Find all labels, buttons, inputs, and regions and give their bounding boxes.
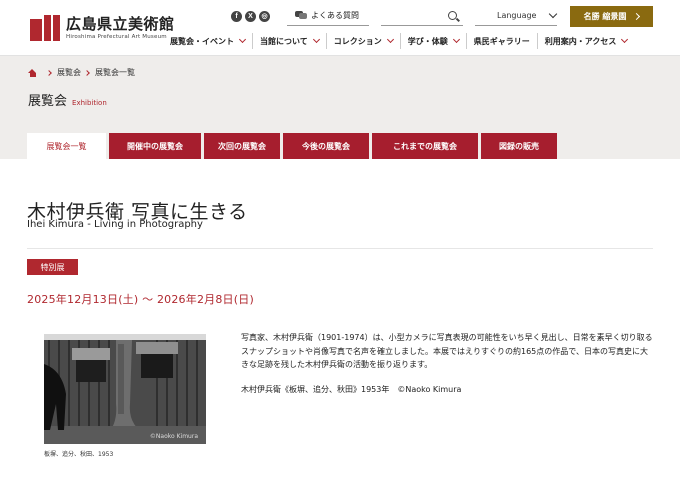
logo-mark-icon <box>30 15 60 41</box>
facebook-icon[interactable]: f <box>231 11 242 22</box>
search-field[interactable] <box>381 6 463 26</box>
chevron-down-icon <box>621 35 629 44</box>
breadcrumb: 展覧会 展覧会一覧 <box>28 67 135 78</box>
breadcrumb-exhibitions[interactable]: 展覧会 <box>57 67 81 78</box>
chevron-right-icon <box>633 12 641 21</box>
photo-illustration <box>44 334 206 444</box>
nav-item-gallery[interactable]: 県民ギャラリー <box>465 33 537 49</box>
exhibition-dates: 2025年12月13日(土) 〜 2026年2月8日(日) <box>27 293 254 306</box>
nav-item-exhibitions-events[interactable]: 展覧会・イベント <box>163 33 252 49</box>
instagram-icon[interactable]: ◎ <box>259 11 270 22</box>
logo-title: 広島県立美術館 <box>66 14 175 33</box>
chevron-right-icon <box>46 69 52 76</box>
photo-caption: 板塀、追分、秋田、1953 <box>44 451 114 458</box>
tab-next[interactable]: 次回の展覧会 <box>204 133 280 159</box>
chevron-down-icon <box>549 9 558 19</box>
tab-past[interactable]: これまでの展覧会 <box>372 133 478 159</box>
special-exhibition-badge: 特別展 <box>27 259 78 275</box>
photo-credit: ©Naoko Kimura <box>149 433 198 440</box>
x-icon[interactable]: X <box>245 11 256 22</box>
exhibition-tabs: 展覧会一覧 開催中の展覧会 次回の展覧会 今後の展覧会 これまでの展覧会 図録の… <box>27 133 560 159</box>
faq-link[interactable]: よくある質問 <box>287 6 369 26</box>
exhibition-photo[interactable]: ©Naoko Kimura <box>44 334 206 444</box>
section-title: 展覧会 Exhibition <box>28 90 107 109</box>
social-links: f X ◎ <box>231 11 273 22</box>
chevron-right-icon <box>84 69 90 76</box>
exhibition-title-en: Ihei Kimura - Living in Photography <box>27 219 203 230</box>
work-credit: 木村伊兵衛《板塀、追分、秋田》1953年 ©Naoko Kimura <box>241 385 462 394</box>
chevron-down-icon <box>386 35 394 44</box>
tab-upcoming[interactable]: 今後の展覧会 <box>283 133 369 159</box>
language-select[interactable]: Language <box>475 6 558 26</box>
nav-item-about[interactable]: 当館について <box>252 33 326 49</box>
tab-catalog-sales[interactable]: 図録の販売 <box>481 133 557 159</box>
section-title-en: Exhibition <box>72 99 107 107</box>
shukkeien-button[interactable]: 名勝 縮景園 <box>570 6 653 27</box>
shukkeien-label: 名勝 縮景園 <box>583 12 627 21</box>
search-icon[interactable] <box>448 11 457 20</box>
language-label: Language <box>497 11 537 20</box>
divider <box>27 248 653 249</box>
section-title-ja: 展覧会 <box>28 94 68 109</box>
nav-item-collection[interactable]: コレクション <box>325 33 400 49</box>
chevron-down-icon <box>238 35 247 44</box>
site-header: 広島県立美術館 Hiroshima Prefectural Art Museum… <box>0 0 680 56</box>
logo-subtitle: Hiroshima Prefectural Art Museum <box>66 33 167 40</box>
nav-item-access[interactable]: 利用案内・アクセス <box>536 33 635 49</box>
faq-label: よくある質問 <box>311 11 359 20</box>
home-icon[interactable] <box>28 68 37 77</box>
site-logo[interactable]: 広島県立美術館 Hiroshima Prefectural Art Museum <box>30 14 175 42</box>
chevron-down-icon <box>452 35 460 44</box>
tab-exhibition-list[interactable]: 展覧会一覧 <box>27 133 106 159</box>
chat-bubble-icon <box>295 11 307 20</box>
exhibition-description: 写真家、木村伊兵衛（1901-1974）は、小型カメラに写真表現の可能性をいち早… <box>241 333 653 369</box>
chevron-down-icon <box>312 35 320 44</box>
breadcrumb-exhibition-list: 展覧会一覧 <box>95 68 135 77</box>
nav-item-learning[interactable]: 学び・体験 <box>399 33 466 49</box>
main-nav: 展覧会・イベント 当館について コレクション 学び・体験 県民ギャラリー 利用案… <box>163 33 634 49</box>
tab-current[interactable]: 開催中の展覧会 <box>109 133 201 159</box>
